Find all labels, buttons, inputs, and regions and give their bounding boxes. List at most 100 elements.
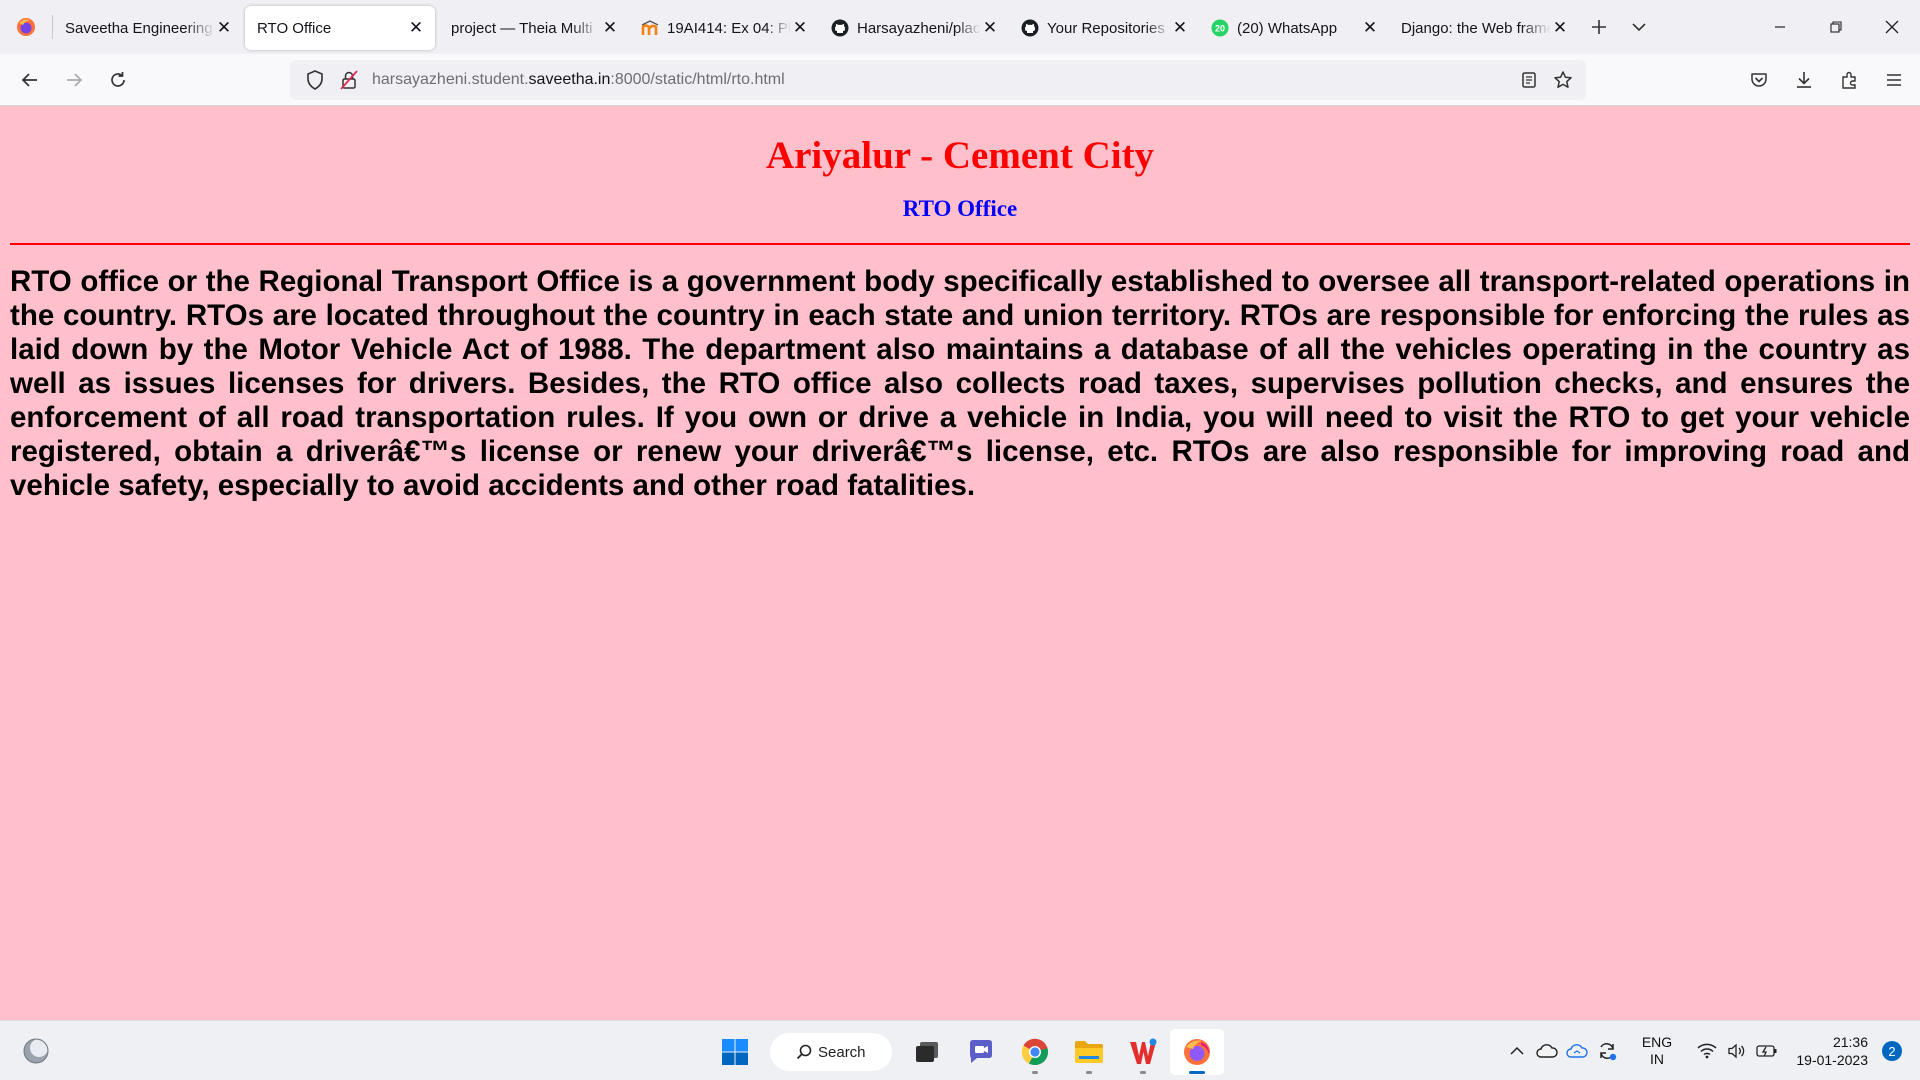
taskbar-search-box[interactable]: Search (770, 1033, 892, 1071)
task-view-icon (916, 1042, 938, 1062)
tab-title: Django: the Web frame (1401, 19, 1551, 37)
tab-django[interactable]: Django: the Web frame ✕ (1389, 6, 1579, 50)
close-window-button[interactable] (1864, 0, 1920, 54)
url-bar-actions (1512, 64, 1580, 96)
close-icon[interactable]: ✕ (981, 18, 999, 37)
region-code: IN (1650, 1051, 1664, 1067)
chrome-icon (1021, 1038, 1048, 1066)
url-host: saveetha.in (528, 71, 611, 88)
list-all-tabs-button[interactable] (1619, 7, 1659, 47)
teams-chat-icon (970, 1040, 992, 1063)
running-indicator (1086, 1071, 1092, 1074)
url-prefix: harsayazheni.student. (372, 71, 529, 88)
folder-icon (1075, 1041, 1103, 1063)
navigation-toolbar: harsayazheni.student.saveetha.in:8000/st… (0, 54, 1920, 106)
tab-strip: Saveetha Engineering ✕ RTO Office ✕ proj… (0, 0, 1920, 54)
reload-icon (111, 71, 125, 87)
tab-github-plac[interactable]: Harsayazheni/plac ✕ (819, 6, 1009, 50)
running-indicator (1032, 1071, 1038, 1074)
extensions-icon[interactable] (1826, 58, 1871, 102)
active-indicator (1189, 1071, 1205, 1074)
downloads-icon[interactable] (1781, 58, 1826, 102)
battery-charging-icon[interactable] (1752, 1036, 1782, 1066)
wps-office-button[interactable] (1116, 1029, 1170, 1075)
plus-icon (1592, 20, 1606, 34)
hamburger-menu-icon[interactable] (1871, 58, 1916, 102)
toolbar-right (1736, 58, 1916, 102)
github-icon (1021, 19, 1039, 37)
wifi-icon[interactable] (1692, 1036, 1722, 1066)
github-icon (831, 19, 849, 37)
search-icon (796, 1044, 812, 1060)
close-icon[interactable]: ✕ (1171, 18, 1189, 37)
taskbar-apps: Search (708, 1029, 1224, 1075)
restore-button[interactable] (1808, 0, 1864, 54)
back-button[interactable] (8, 58, 52, 102)
file-explorer-button[interactable] (1062, 1029, 1116, 1075)
tab-moodle[interactable]: 19AI414: Ex 04: Pla ✕ (629, 6, 819, 50)
reader-view-icon[interactable] (1512, 64, 1546, 96)
horizontal-rule (10, 243, 1910, 245)
windows-logo-icon (722, 1039, 748, 1065)
firefox-icon (1184, 1039, 1210, 1065)
insecure-connection-icon[interactable] (332, 63, 366, 97)
system-tray: ENG IN 21:36 19-01-2023 2 (1502, 1021, 1920, 1080)
minimize-button[interactable] (1752, 0, 1808, 54)
teams-chat-button[interactable] (954, 1029, 1008, 1075)
onedrive-icon[interactable] (1532, 1036, 1562, 1066)
page-subheading: RTO Office (902, 196, 1018, 221)
tab-github-repos[interactable]: Your Repositories ✕ (1009, 6, 1199, 50)
tracking-protection-shield-icon[interactable] (298, 63, 332, 97)
reload-button[interactable] (96, 58, 140, 102)
url-text[interactable]: harsayazheni.student.saveetha.in:8000/st… (372, 71, 785, 89)
volume-icon[interactable] (1722, 1036, 1752, 1066)
tab-saveetha[interactable]: Saveetha Engineering ✕ (53, 6, 243, 50)
cloud-sync-icon[interactable] (1562, 1036, 1592, 1066)
close-icon[interactable]: ✕ (1361, 18, 1379, 37)
tab-whatsapp[interactable]: 20 (20) WhatsApp ✕ (1199, 6, 1389, 50)
sync-icon[interactable] (1592, 1036, 1622, 1066)
pocket-icon[interactable] (1736, 58, 1781, 102)
clock-date: 19-01-2023 (1796, 1052, 1868, 1068)
close-icon[interactable]: ✕ (791, 18, 809, 37)
search-label: Search (818, 1043, 866, 1061)
close-icon[interactable]: ✕ (601, 18, 619, 37)
wps-office-icon (1130, 1038, 1157, 1064)
firefox-taskbar-button[interactable] (1170, 1029, 1224, 1075)
language-code: ENG (1641, 1034, 1673, 1050)
web-page-content: Ariyalur - Cement City RTO Office RTO of… (0, 106, 1920, 1020)
clock-time: 21:36 (1832, 1034, 1868, 1050)
tab-title: Your Repositories (1047, 19, 1165, 37)
whatsapp-icon: 20 (1211, 19, 1229, 37)
start-button[interactable] (708, 1029, 762, 1075)
tab-rto-office[interactable]: RTO Office ✕ (245, 6, 435, 50)
tab-title: project — Theia Multi (451, 19, 593, 37)
notification-badge[interactable]: 2 (1882, 1041, 1902, 1061)
firefox-view-icon[interactable] (0, 0, 52, 54)
forward-button[interactable] (52, 58, 96, 102)
close-icon[interactable]: ✕ (407, 18, 425, 37)
chrome-taskbar-button[interactable] (1008, 1029, 1062, 1075)
task-view-button[interactable] (900, 1029, 954, 1075)
whatsapp-badge: 20 (1215, 24, 1225, 34)
url-suffix: :8000/static/html/rto.html (610, 71, 785, 88)
arrow-left-icon (21, 72, 37, 87)
close-icon[interactable]: ✕ (215, 18, 233, 37)
chevron-up-icon[interactable] (1502, 1036, 1532, 1066)
weather-widget-icon[interactable] (20, 1035, 52, 1067)
input-language-indicator[interactable]: ENG IN (1632, 1034, 1682, 1068)
windows-taskbar: Search ENG IN 21:36 19-01-2023 2 (0, 1020, 1920, 1080)
url-bar[interactable]: harsayazheni.student.saveetha.in:8000/st… (290, 60, 1586, 100)
rto-description-paragraph: RTO office or the Regional Transport Off… (10, 265, 1910, 502)
bookmark-star-icon[interactable] (1546, 64, 1580, 96)
window-controls (1752, 0, 1920, 54)
new-tab-button[interactable] (1579, 7, 1619, 47)
tab-title: Harsayazheni/plac (857, 19, 981, 37)
moodle-icon (641, 19, 659, 37)
tab-theia[interactable]: project — Theia Multi ✕ (439, 6, 629, 50)
tab-title: (20) WhatsApp (1237, 19, 1338, 37)
page-heading: Ariyalur - Cement City (765, 134, 1155, 177)
chevron-down-icon (1632, 23, 1646, 32)
clock[interactable]: 21:36 19-01-2023 (1782, 1033, 1868, 1069)
close-icon[interactable]: ✕ (1551, 18, 1569, 37)
